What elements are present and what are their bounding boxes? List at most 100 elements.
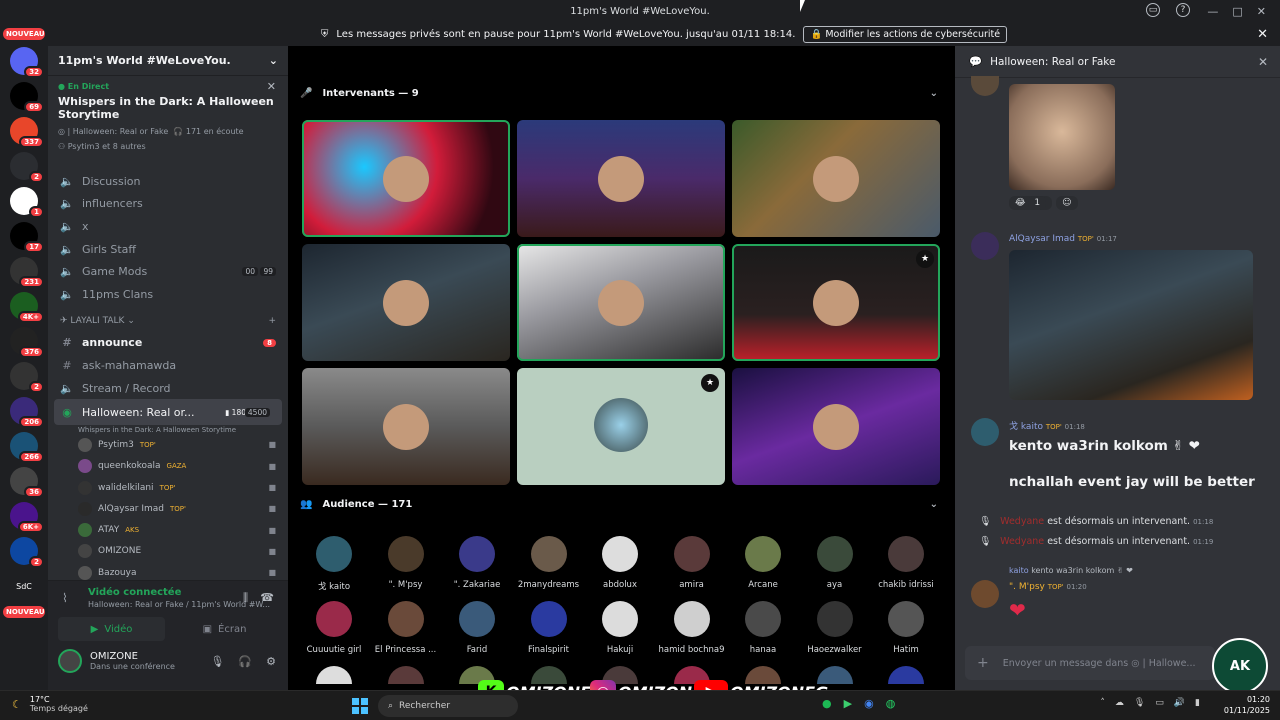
stage-user[interactable]: AlQaysar Imad TOP' ■ xyxy=(48,498,288,519)
speakers-header[interactable]: 🎤 Intervenants — 9 ⌄ xyxy=(300,88,950,99)
msg-author[interactable]: AlQaysar Imad xyxy=(1009,234,1075,244)
audience-member[interactable]: 戈 kaito xyxy=(298,536,370,592)
meme-image[interactable] xyxy=(1009,84,1115,190)
taskbar-search[interactable]: ⌕ Rechercher xyxy=(378,695,518,717)
audience-member[interactable]: 2manydreams xyxy=(513,536,585,590)
audience-member[interactable]: Hakuji xyxy=(584,601,656,655)
live-stage-card[interactable]: ● En Direct Whispers in the Dark: A Hall… xyxy=(48,76,288,176)
inbox-icon[interactable]: ▭ xyxy=(1146,3,1160,17)
audience-member[interactable]: Haoezwalker xyxy=(799,601,871,655)
audience-member[interactable]: abdolux xyxy=(584,536,656,590)
taskbar-clock[interactable]: 01:20 01/11/2025 xyxy=(1224,694,1270,716)
audience-member[interactable]: amira xyxy=(656,536,728,590)
speaker-video-tile[interactable] xyxy=(517,244,725,361)
channel-item[interactable]: 🔈 Game Mods 00 99 xyxy=(48,260,288,283)
server-icon[interactable]: 266 xyxy=(10,432,44,463)
edit-security-button[interactable]: 🔒 Modifier les actions de cybersécurité xyxy=(803,25,1008,43)
play-icon[interactable]: ▶ xyxy=(844,697,852,710)
audience-member[interactable]: hamid bochna9 xyxy=(656,601,728,655)
spotify-icon[interactable]: ● xyxy=(822,697,832,710)
audience-header[interactable]: 👥 Audience — 171 ⌄ xyxy=(300,499,950,510)
audience-member[interactable]: chakib idrissi xyxy=(870,536,942,590)
add-channel-icon[interactable]: + xyxy=(268,316,276,326)
audience-member[interactable]: Cuuuutie girl xyxy=(298,601,370,655)
weather-widget[interactable]: ☾ 17°C Temps dégagé xyxy=(12,695,88,713)
server-icon[interactable]: 2 xyxy=(10,537,44,568)
battery-icon[interactable]: ▮ xyxy=(1195,698,1200,708)
channel-item[interactable]: 🔈 11pms Clans xyxy=(48,283,288,306)
server-sdc[interactable]: SdC xyxy=(10,572,38,600)
stage-user[interactable]: ATAY AKS ■ xyxy=(48,520,288,541)
cloud-icon[interactable]: ☁ xyxy=(1115,698,1124,708)
server-icon[interactable]: 231 xyxy=(10,257,44,288)
avatar[interactable] xyxy=(971,76,999,96)
add-attachment-icon[interactable]: + xyxy=(977,655,989,671)
channel-item[interactable]: 🔈 Discussion xyxy=(48,170,288,193)
channel-item[interactable]: 🔈 x xyxy=(48,215,288,238)
server-icon[interactable]: 17 xyxy=(10,222,44,253)
category-header[interactable]: ✈ LAYALI TALK ⌄ + xyxy=(48,310,288,332)
audience-member[interactable]: aya xyxy=(799,536,871,590)
windows-start-icon[interactable] xyxy=(352,698,368,714)
sys-name[interactable]: Wedyane xyxy=(1000,536,1044,547)
speaker-video-tile[interactable] xyxy=(732,120,940,237)
audience-member[interactable]: ". M'psy xyxy=(370,536,442,590)
microphone-icon[interactable]: 🎙 xyxy=(210,655,224,668)
server-icon[interactable]: 2 xyxy=(10,152,44,183)
audience-member[interactable]: Hatim xyxy=(870,601,942,655)
server-icon[interactable]: 36 xyxy=(10,467,44,498)
gear-icon[interactable]: ⚙ xyxy=(266,655,276,668)
msg-author[interactable]: kaito xyxy=(1021,422,1043,432)
speaker-video-tile[interactable] xyxy=(302,244,510,361)
disconnect-icon[interactable]: ☎ xyxy=(260,591,274,604)
reply-preview[interactable]: kaito kento wa3rin kolkom ✌ ❤ xyxy=(1009,566,1133,575)
stage-user[interactable]: walidelkilani TOP' ■ xyxy=(48,477,288,498)
msg-author[interactable]: ". M'psy xyxy=(1009,582,1045,592)
audience-member[interactable]: Arcane xyxy=(727,536,799,590)
speaker-video-tile[interactable] xyxy=(517,120,725,237)
stage-user[interactable]: Psytim3 TOP' ■ xyxy=(48,434,288,455)
laugh-reaction[interactable]: 😂 1 xyxy=(1009,196,1053,210)
server-icon[interactable]: 4K+ xyxy=(10,292,44,323)
server-icon[interactable]: 206 xyxy=(10,397,44,428)
audience-member[interactable]: Farid xyxy=(441,601,513,655)
avatar[interactable] xyxy=(971,580,999,608)
volume-icon[interactable]: 🔊 xyxy=(1174,698,1185,708)
audience-member[interactable]: ". Zakariae xyxy=(441,536,513,590)
speaker-video-tile[interactable] xyxy=(302,368,510,485)
tray-chevron-icon[interactable]: ˄ xyxy=(1100,698,1105,708)
audience-member[interactable]: El Princessa ... xyxy=(370,601,442,655)
server-icon[interactable]: 69 xyxy=(10,82,44,113)
headphones-icon[interactable]: 🎧 xyxy=(238,655,252,668)
server-icon[interactable]: 2 xyxy=(10,362,44,393)
stage-user[interactable]: OMIZONE ■ xyxy=(48,541,288,562)
audience-member[interactable] xyxy=(298,666,370,692)
speaker-video-tile[interactable]: ★ xyxy=(517,368,725,485)
mic-tray-icon[interactable]: 🎙 xyxy=(1134,698,1145,708)
close-live-icon[interactable]: ✕ xyxy=(267,80,276,93)
channel-item[interactable]: 🔈 Stream / Record xyxy=(48,377,288,400)
maximize-icon[interactable]: □ xyxy=(1232,5,1242,18)
video-button[interactable]: ▶ Vidéo xyxy=(58,617,165,641)
server-header[interactable]: 11pm's World #WeLoveYou. ⌄ xyxy=(48,46,288,76)
server-icon[interactable]: 376 xyxy=(10,327,44,358)
active-stage-channel[interactable]: ◉ Halloween: Real or... ▮ 180 4500 xyxy=(54,399,282,426)
chrome-icon[interactable]: ◉ xyxy=(864,697,874,710)
close-icon[interactable]: ✕ xyxy=(1257,5,1266,18)
channel-item[interactable]: 🔈 influencers xyxy=(48,193,288,216)
avatar[interactable] xyxy=(971,418,999,446)
voice-connected[interactable]: Vidéo connectée xyxy=(88,587,278,598)
chat-input[interactable]: + Envoyer un message dans ◎ | Hallowe... xyxy=(965,646,1215,680)
server-icon[interactable]: 6K+ xyxy=(10,502,44,533)
avatar[interactable] xyxy=(971,232,999,260)
channel-item[interactable]: # announce 8 xyxy=(48,332,288,355)
speaker-video-tile[interactable] xyxy=(732,368,940,485)
sys-name[interactable]: Wedyane xyxy=(1000,516,1044,527)
close-chat-icon[interactable]: ✕ xyxy=(1258,55,1268,69)
screen-button[interactable]: ▣ Écran xyxy=(171,617,278,641)
monitor-icon[interactable]: ▭ xyxy=(1155,698,1164,708)
avatar[interactable] xyxy=(58,649,82,673)
minimize-icon[interactable]: — xyxy=(1207,5,1218,18)
voice-channel[interactable]: Halloween: Real or Fake / 11pm's World #… xyxy=(88,600,278,609)
whatsapp-icon[interactable]: ◍ xyxy=(886,697,896,710)
